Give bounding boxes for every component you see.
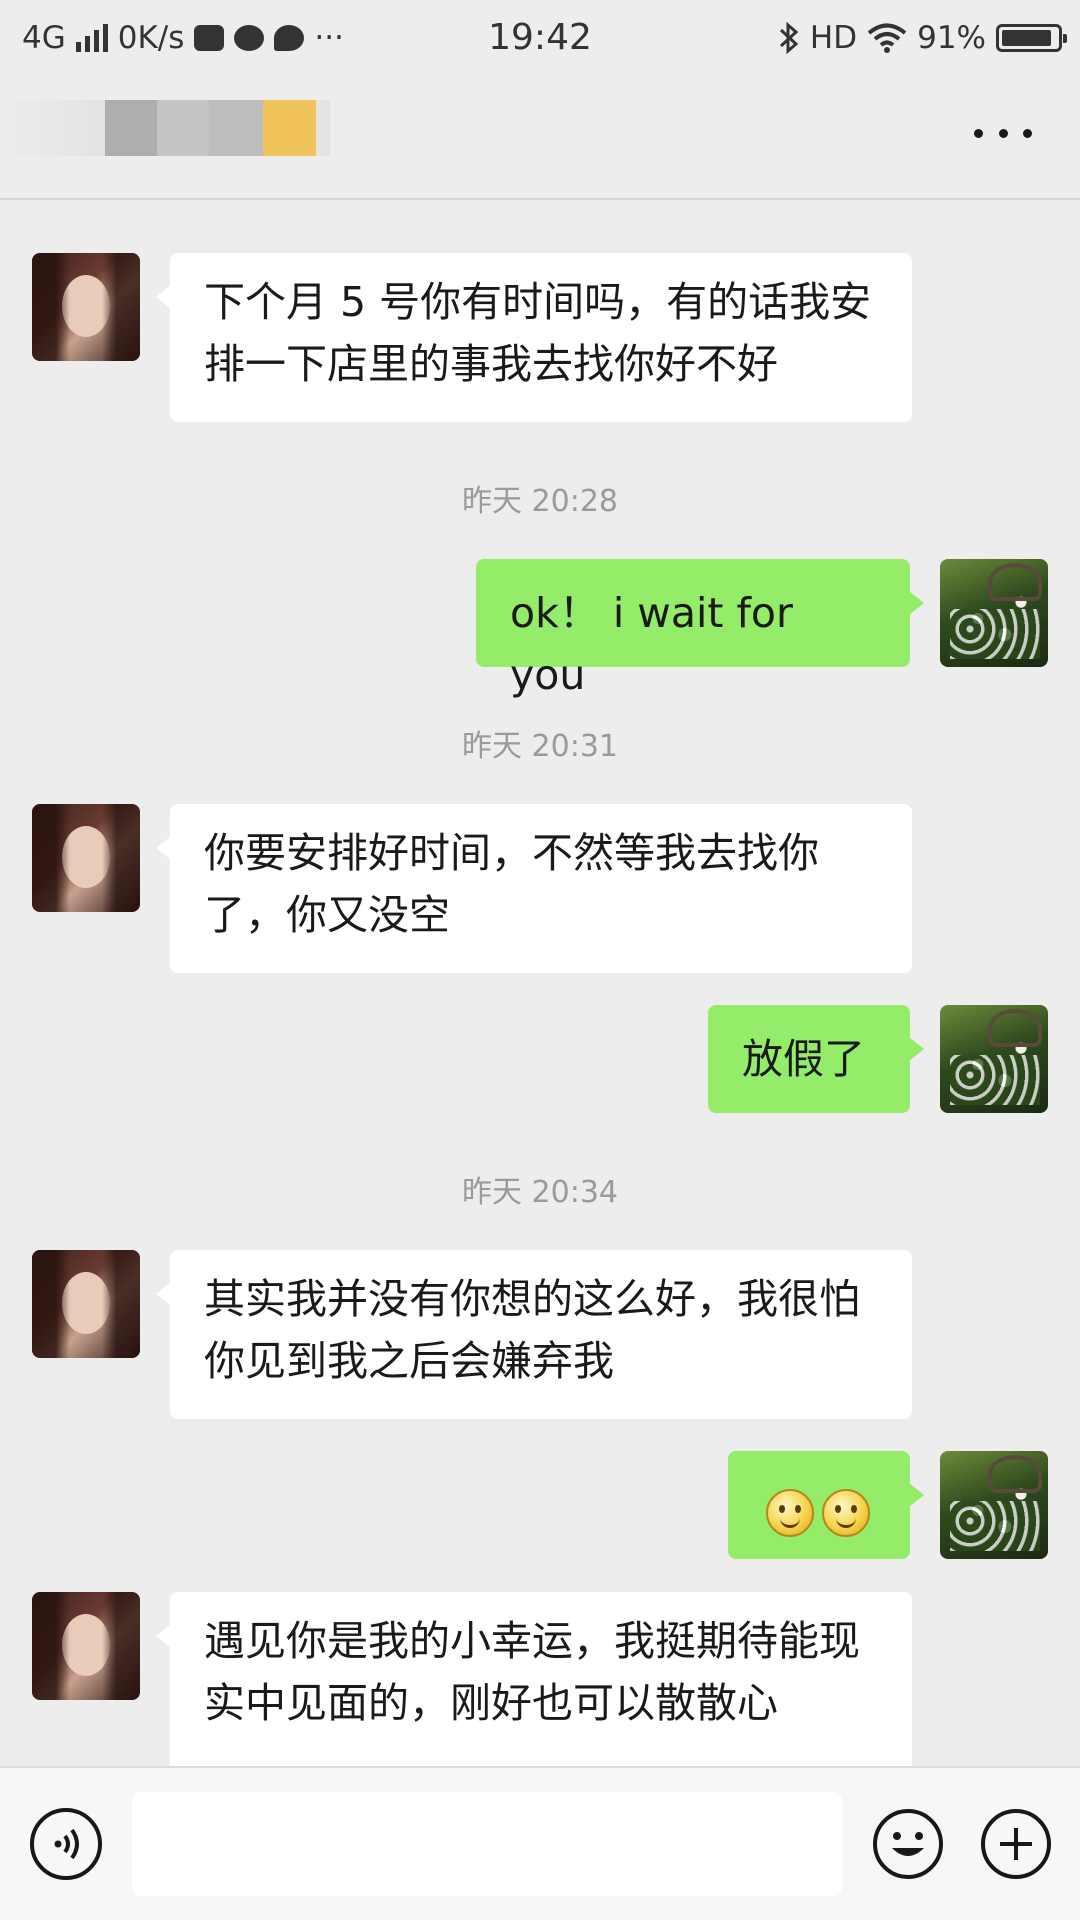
my-avatar[interactable] [940, 559, 1048, 667]
bluetooth-icon [779, 21, 799, 55]
message-bubble-sent[interactable] [728, 1451, 924, 1559]
smile-emoji [822, 1489, 870, 1537]
blur-block [209, 100, 263, 156]
message-input[interactable] [132, 1792, 842, 1896]
chat-area[interactable]: 下个月 5 号你有时间吗，有的话我安排一下店里的事我去找你好不好 昨天 20:2… [0, 200, 1080, 1768]
plus-icon[interactable] [980, 1808, 1052, 1880]
message-bubble-sent[interactable]: 放假了 [708, 1005, 924, 1113]
message-bubble-received[interactable]: 你要安排好时间，不然等我去找你了，你又没空 [156, 804, 912, 973]
blur-block [263, 100, 316, 156]
blur-block [105, 100, 157, 156]
more-icon[interactable] [974, 118, 1032, 148]
blur-block [316, 100, 330, 156]
voice-icon[interactable] [30, 1808, 102, 1880]
my-avatar[interactable] [940, 1005, 1048, 1113]
input-bar [0, 1766, 1080, 1920]
smile-emoji [766, 1489, 814, 1537]
message-bubble-received[interactable]: 其实我并没有你想的这么好，我很怕你见到我之后会嫌弃我 [156, 1250, 912, 1419]
status-bar: 4G 0K/s ··· 19:42 HD 91% [0, 0, 1080, 76]
status-right: HD 91% [778, 14, 1067, 62]
timestamp: 昨天 20:34 [462, 1175, 618, 1210]
my-avatar[interactable] [940, 1451, 1048, 1559]
timestamp: 昨天 20:28 [462, 484, 618, 519]
message-bubble-received[interactable]: 下个月 5 号你有时间吗，有的话我安排一下店里的事我去找你好不好 [156, 253, 912, 422]
message-bubble-received[interactable]: 遇见你是我的小幸运，我挺期待能现实中见面的，刚好也可以散散心 [156, 1592, 912, 1768]
contact-name-blurred [0, 100, 330, 156]
blur-block [0, 100, 105, 156]
timestamp: 昨天 20:31 [462, 729, 618, 764]
emoji-icon[interactable] [872, 1808, 944, 1880]
battery-percent: 91% [917, 20, 986, 56]
contact-avatar[interactable] [32, 1250, 140, 1358]
battery-icon [996, 24, 1067, 52]
battery-level [1002, 30, 1052, 46]
hd-indicator: HD [809, 20, 858, 56]
contact-avatar[interactable] [32, 804, 140, 912]
contact-avatar[interactable] [32, 1592, 140, 1700]
chat-header [0, 76, 1080, 200]
contact-avatar[interactable] [32, 253, 140, 361]
wifi-icon [867, 23, 907, 53]
message-bubble-sent[interactable]: ok！ i wait for you [476, 559, 924, 699]
blur-block [157, 100, 209, 156]
